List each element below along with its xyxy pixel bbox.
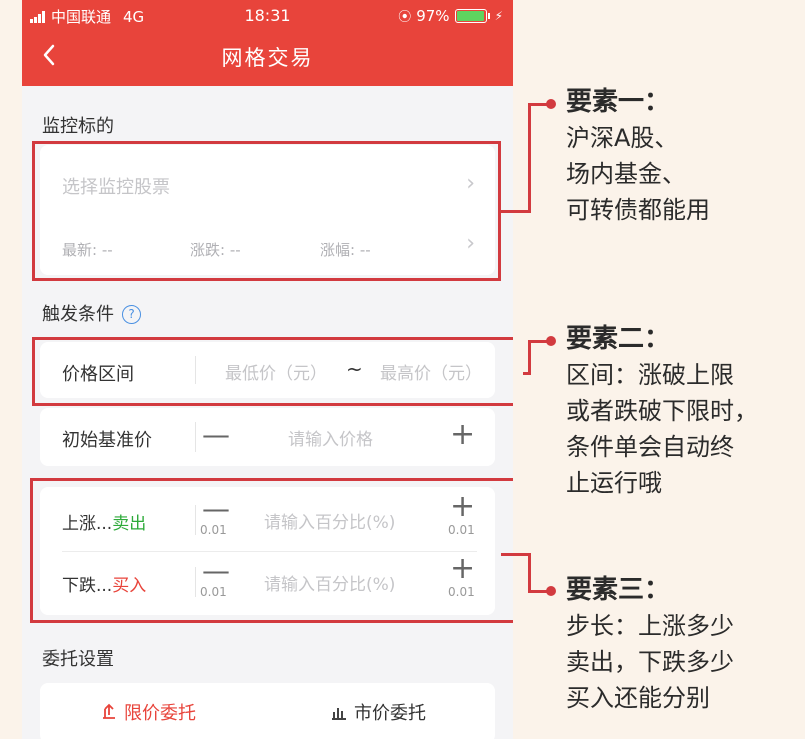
order-section-title: 委托设置 bbox=[42, 649, 114, 670]
annotation-1-line: 可转债都能用 bbox=[566, 196, 710, 224]
base-price-row: 初始基准价 — 请输入价格 + bbox=[40, 408, 495, 466]
annotation-1-line: 场内基金、 bbox=[566, 160, 686, 188]
annotation-2-line: 止运行哦 bbox=[566, 469, 662, 497]
annotation-3-line: 卖出，下跌多少 bbox=[566, 648, 734, 676]
annotation-dot-1 bbox=[546, 99, 556, 109]
annotation-1-line: 沪深A股、 bbox=[566, 124, 679, 152]
annotation-2-line: 区间：涨破上限 bbox=[566, 361, 734, 389]
limit-order-label: 限价委托 bbox=[124, 703, 196, 724]
market-order-label: 市价委托 bbox=[354, 703, 426, 724]
annotation-3-line: 步长：上涨多少 bbox=[566, 612, 734, 640]
trigger-section-label: 触发条件 bbox=[42, 304, 114, 325]
battery-percent: 97% bbox=[416, 6, 450, 25]
base-price-input[interactable]: 请输入价格 bbox=[288, 425, 373, 450]
page-title: 网格交易 bbox=[221, 46, 314, 70]
battery-icon bbox=[454, 8, 490, 23]
annotation-2: 要素二： 区间：涨破上限 或者跌破下限时， 条件单会自动终 止运行哦 bbox=[566, 321, 758, 501]
annotation-box-2 bbox=[32, 337, 513, 406]
connector-line-2 bbox=[528, 340, 531, 375]
annotation-3: 要素三： 步长：上涨多少 卖出，下跌多少 买入还能分别 bbox=[566, 572, 734, 716]
annotation-box-3 bbox=[30, 478, 513, 623]
connector-line-3 bbox=[528, 553, 531, 593]
annotation-1: 要素一： 沪深A股、 场内基金、 可转债都能用 bbox=[566, 84, 710, 228]
charging-icon: ⚡ bbox=[494, 8, 503, 23]
trigger-section-title: 触发条件? bbox=[42, 300, 141, 326]
annotation-dot-3 bbox=[546, 586, 556, 596]
base-price-minus-button[interactable]: — bbox=[202, 421, 230, 449]
location-icon: ⦿ bbox=[398, 10, 412, 25]
annotation-2-title: 要素二： bbox=[566, 324, 671, 354]
divider bbox=[195, 422, 196, 452]
connector-line-1 bbox=[501, 210, 529, 213]
app-header: 中国联通 4G 18:31 ⦿ 97% ⚡ 网格交易 bbox=[22, 0, 513, 86]
annotation-3-title: 要素三： bbox=[566, 575, 671, 605]
monitor-section-title: 监控标的 bbox=[42, 116, 114, 137]
annotation-2-line: 条件单会自动终 bbox=[566, 433, 734, 461]
base-price-label: 初始基准价 bbox=[62, 430, 152, 451]
status-bar: 中国联通 4G 18:31 ⦿ 97% ⚡ bbox=[22, 0, 513, 30]
base-price-plus-button[interactable]: + bbox=[450, 420, 475, 450]
bar-chart-icon bbox=[332, 708, 346, 720]
annotation-2-line: 或者跌破下限时， bbox=[566, 397, 758, 425]
limit-order-icon bbox=[103, 703, 115, 719]
annotation-3-line: 买入还能分别 bbox=[566, 684, 710, 712]
annotation-1-title: 要素一： bbox=[566, 87, 671, 117]
market-order-tab[interactable]: 市价委托 bbox=[330, 699, 426, 725]
help-icon[interactable]: ? bbox=[122, 304, 141, 324]
nav-bar: 网格交易 bbox=[22, 36, 513, 80]
limit-order-tab[interactable]: 限价委托 bbox=[100, 699, 196, 725]
connector-line-1 bbox=[528, 103, 531, 213]
annotation-dot-2 bbox=[546, 336, 556, 346]
phone-screen: 中国联通 4G 18:31 ⦿ 97% ⚡ 网格交易 监控标的 选择监控股票 ›… bbox=[22, 0, 513, 739]
annotation-box-1 bbox=[32, 141, 501, 281]
order-type-card: 限价委托 市价委托 bbox=[40, 683, 495, 739]
connector-line-3 bbox=[501, 553, 531, 556]
